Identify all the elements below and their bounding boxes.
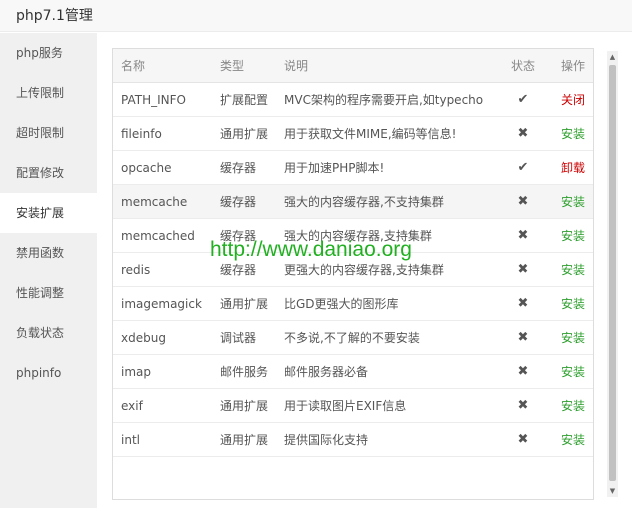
extension-description: 用于加速PHP脚本! [284,161,385,175]
sidebar-item-phpinfo[interactable]: phpinfo [0,353,97,393]
main-panel: 名称 类型 说明 状态 操作 PATH_INFO 扩展配置 MVC架构的程序需要开启… [97,33,632,508]
extension-name: redis [121,263,151,277]
extension-name: imap [121,365,151,379]
extension-action-link[interactable]: 关闭 [553,83,593,117]
header-status: 状态 [510,59,535,73]
header-type: 类型 [220,59,245,73]
cross-icon: ✖ [517,330,529,345]
extension-name: intl [121,433,140,447]
extension-type: 通用扩展 [220,297,269,311]
triangle-up-icon[interactable]: ▲ [607,51,618,63]
extension-type: 缓存器 [220,195,257,209]
cross-icon: ✖ [517,126,529,141]
extension-action-link[interactable]: 安装 [553,389,593,423]
extension-name: PATH_INFO [121,93,186,107]
extension-action-link[interactable]: 安装 [553,253,593,287]
table-row: memcache 缓存器 强大的内容缓存器,不支持集群 ✖ 安装 [113,185,593,219]
extension-type: 邮件服务 [220,365,269,379]
extension-name: imagemagick [121,297,202,311]
table-row: opcache 缓存器 用于加速PHP脚本! ✔ 卸载 [113,151,593,185]
extension-action-link[interactable]: 安装 [553,321,593,355]
sidebar-item-php-service[interactable]: php服务 [0,33,97,73]
table-row: imap 邮件服务 邮件服务器必备 ✖ 安装 [113,355,593,389]
table-row: xdebug 调试器 不多说,不了解的不要安装 ✖ 安装 [113,321,593,355]
sidebar-item-performance[interactable]: 性能调整 [0,273,97,313]
triangle-down-icon[interactable]: ▼ [607,485,618,497]
extension-type: 扩展配置 [220,93,269,107]
extension-description: 邮件服务器必备 [284,365,369,379]
extension-action-link[interactable]: 安装 [553,219,593,253]
sidebar-item-config-edit[interactable]: 配置修改 [0,153,97,193]
extension-action-link[interactable]: 安装 [553,117,593,151]
header-name: 名称 [121,59,146,73]
extension-action-link[interactable]: 安装 [553,185,593,219]
table-row: PATH_INFO 扩展配置 MVC架构的程序需要开启,如typecho ✔ 关闭 [113,83,593,117]
cross-icon: ✖ [517,398,529,413]
table-scrollbar[interactable]: ▲ ▼ [607,51,618,497]
extension-name: exif [121,399,143,413]
extension-type: 通用扩展 [220,399,269,413]
extension-type: 通用扩展 [220,127,269,141]
sidebar-item-upload-limit[interactable]: 上传限制 [0,73,97,113]
extension-action-link[interactable]: 卸载 [553,151,593,185]
extension-type: 调试器 [220,331,257,345]
extension-description: 用于获取文件MIME,编码等信息! [284,127,457,141]
sidebar-item-load-status[interactable]: 负载状态 [0,313,97,353]
table-row: exif 通用扩展 用于读取图片EXIF信息 ✖ 安装 [113,389,593,423]
extension-description: 提供国际化支持 [284,433,369,447]
cross-icon: ✖ [517,262,529,277]
title-bar: php7.1管理 [0,0,632,32]
extension-description: 不多说,不了解的不要安装 [284,331,420,345]
table-header: 名称 类型 说明 状态 操作 [113,49,593,83]
cross-icon: ✖ [517,432,529,447]
extension-action-link[interactable]: 安装 [553,287,593,321]
table-row: fileinfo 通用扩展 用于获取文件MIME,编码等信息! ✖ 安装 [113,117,593,151]
sidebar-item-timeout-limit[interactable]: 超时限制 [0,113,97,153]
extension-name: opcache [121,161,172,175]
extension-description: MVC架构的程序需要开启,如typecho [284,93,484,107]
scrollbar-thumb[interactable] [609,65,616,481]
extension-name: fileinfo [121,127,162,141]
table-row: imagemagick 通用扩展 比GD更强大的图形库 ✖ 安装 [113,287,593,321]
extension-description: 强大的内容缓存器,不支持集群 [284,195,444,209]
cross-icon: ✖ [517,228,529,243]
extension-description: 比GD更强大的图形库 [284,297,399,311]
extension-description: 用于读取图片EXIF信息 [284,399,407,413]
window-title: php7.1管理 [16,8,93,24]
extensions-table: 名称 类型 说明 状态 操作 PATH_INFO 扩展配置 MVC架构的程序需要开启… [112,48,594,500]
header-description: 说明 [284,59,309,73]
table-row: intl 通用扩展 提供国际化支持 ✖ 安装 [113,423,593,457]
extension-type: 通用扩展 [220,433,269,447]
sidebar: php服务 上传限制 超时限制 配置修改 安装扩展 禁用函数 性能调整 负载状态… [0,33,97,508]
cross-icon: ✖ [517,194,529,209]
check-icon: ✔ [517,160,529,175]
extension-action-link[interactable]: 安装 [553,355,593,389]
check-icon: ✔ [517,92,529,107]
sidebar-item-disabled-functions[interactable]: 禁用函数 [0,233,97,273]
extension-name: memcache [121,195,188,209]
extension-name: memcached [121,229,195,243]
extension-type: 缓存器 [220,161,257,175]
header-action: 操作 [560,59,585,73]
extension-action-link[interactable]: 安装 [553,423,593,457]
sidebar-item-install-extensions[interactable]: 安装扩展 [0,193,97,233]
extension-name: xdebug [121,331,166,345]
cross-icon: ✖ [517,364,529,379]
cross-icon: ✖ [517,296,529,311]
watermark-text: http://www.daniao.org [210,238,412,261]
